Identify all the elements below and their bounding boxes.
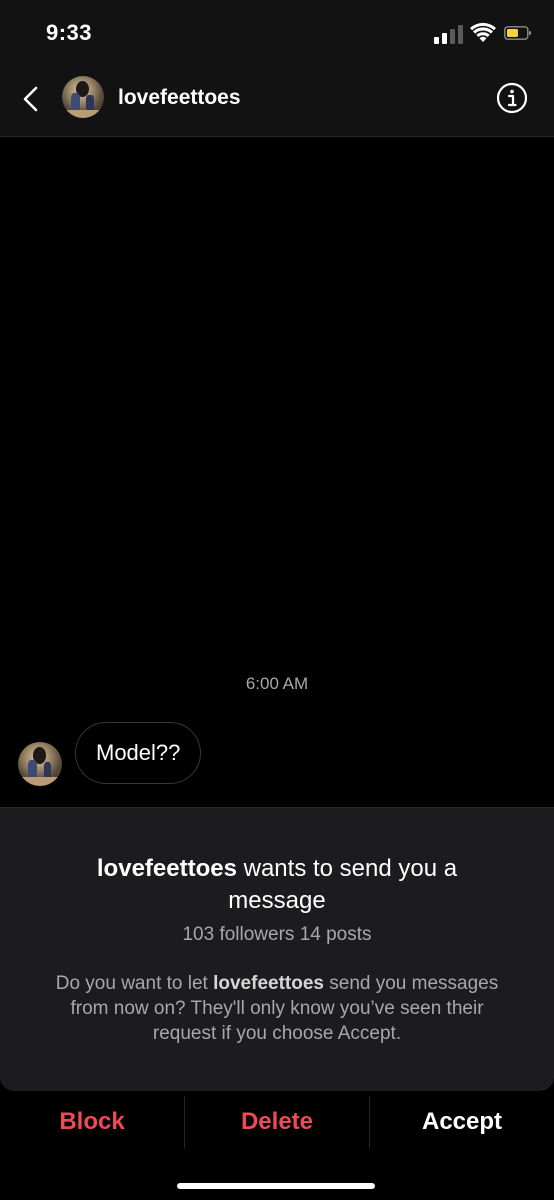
header-avatar[interactable]	[62, 76, 104, 118]
request-title-text: wants to send you a message	[228, 855, 458, 914]
message-bubble[interactable]: Model??	[75, 722, 202, 784]
chat-header: lovefeettoes	[0, 66, 554, 137]
status-bar: 9:33	[0, 0, 554, 66]
request-desc-username: lovefeettoes	[213, 973, 324, 994]
sender-avatar[interactable]	[18, 742, 62, 786]
status-time: 9:33	[46, 20, 93, 45]
header-username[interactable]: lovefeettoes	[118, 86, 241, 110]
request-stats: 103 followers 14 posts	[182, 924, 372, 945]
info-circle-icon[interactable]	[496, 82, 528, 114]
battery-icon	[504, 26, 531, 40]
chevron-left-icon[interactable]	[16, 82, 46, 116]
request-description: Do you want to let lovefeettoes send you…	[40, 971, 514, 1046]
cellular-signal-icon	[434, 25, 463, 44]
request-username: lovefeettoes	[96, 855, 237, 882]
home-indicator[interactable]	[177, 1183, 375, 1189]
request-title: lovefeettoes wants to send you a message	[60, 853, 494, 917]
message-request-panel: lovefeettoes wants to send you a message…	[0, 807, 554, 1091]
delete-button[interactable]: Delete	[185, 1092, 369, 1152]
message-timestamp: 6:00 AM	[245, 674, 309, 693]
accept-button[interactable]: Accept	[370, 1092, 554, 1152]
request-desc-prefix: Do you want to let	[55, 973, 208, 994]
request-action-bar: Block Delete Accept	[0, 1092, 554, 1152]
block-button[interactable]: Block	[0, 1092, 184, 1152]
wifi-icon	[470, 22, 496, 42]
